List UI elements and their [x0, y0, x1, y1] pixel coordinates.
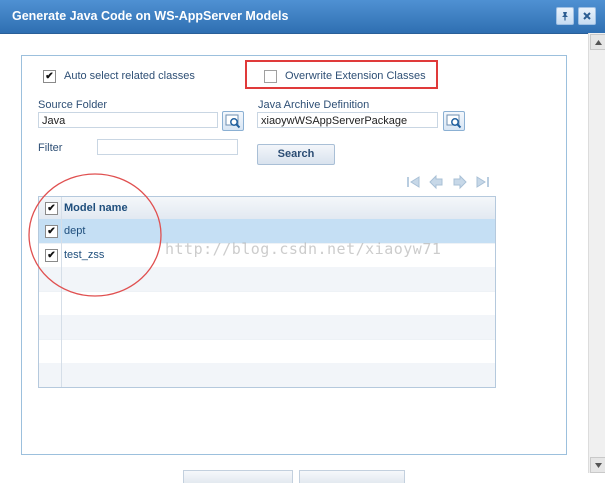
- filter-label: Filter: [38, 142, 63, 154]
- dialog-title-bar[interactable]: Generate Java Code on WS-AppServer Model…: [0, 0, 605, 34]
- arrow-down-icon: [594, 462, 602, 468]
- lookup-icon: [225, 114, 241, 129]
- source-folder-lookup-button[interactable]: [222, 111, 244, 131]
- source-folder-input[interactable]: Java: [38, 112, 218, 128]
- java-archive-label: Java Archive Definition: [258, 99, 370, 111]
- first-page-icon[interactable]: [405, 174, 421, 190]
- scroll-down-button[interactable]: [590, 457, 605, 473]
- dialog-title: Generate Java Code on WS-AppServer Model…: [12, 9, 289, 23]
- scroll-up-button[interactable]: [590, 34, 605, 50]
- empty-row: [39, 339, 495, 364]
- empty-row: [39, 315, 495, 340]
- close-icon: [583, 12, 591, 20]
- close-button[interactable]: [578, 7, 596, 25]
- search-button[interactable]: Search: [257, 144, 335, 165]
- watermark-text: http://blog.csdn.net/xiaoyw71: [165, 240, 442, 258]
- next-page-icon[interactable]: [452, 174, 468, 190]
- checkmark-icon: ✔: [45, 70, 54, 82]
- java-archive-lookup-button[interactable]: [443, 111, 465, 131]
- footer-button-left[interactable]: [183, 470, 293, 483]
- last-page-icon[interactable]: [475, 174, 491, 190]
- annotation-highlight-box: [245, 60, 438, 89]
- auto-select-checkbox[interactable]: ✔: [43, 70, 56, 83]
- footer-button-right[interactable]: [299, 470, 405, 483]
- auto-select-label: Auto select related classes: [64, 70, 195, 82]
- filter-input[interactable]: [97, 139, 238, 155]
- source-folder-label: Source Folder: [38, 99, 108, 111]
- previous-page-icon[interactable]: [428, 174, 444, 190]
- vertical-scrollbar[interactable]: [588, 33, 605, 473]
- empty-row: [39, 363, 495, 387]
- pin-icon: [562, 12, 568, 21]
- annotation-circle: [28, 173, 162, 297]
- java-archive-input[interactable]: xiaoywWSAppServerPackage: [257, 112, 438, 128]
- lookup-icon: [446, 114, 462, 129]
- pin-button[interactable]: [556, 7, 574, 25]
- arrow-up-icon: [594, 39, 602, 45]
